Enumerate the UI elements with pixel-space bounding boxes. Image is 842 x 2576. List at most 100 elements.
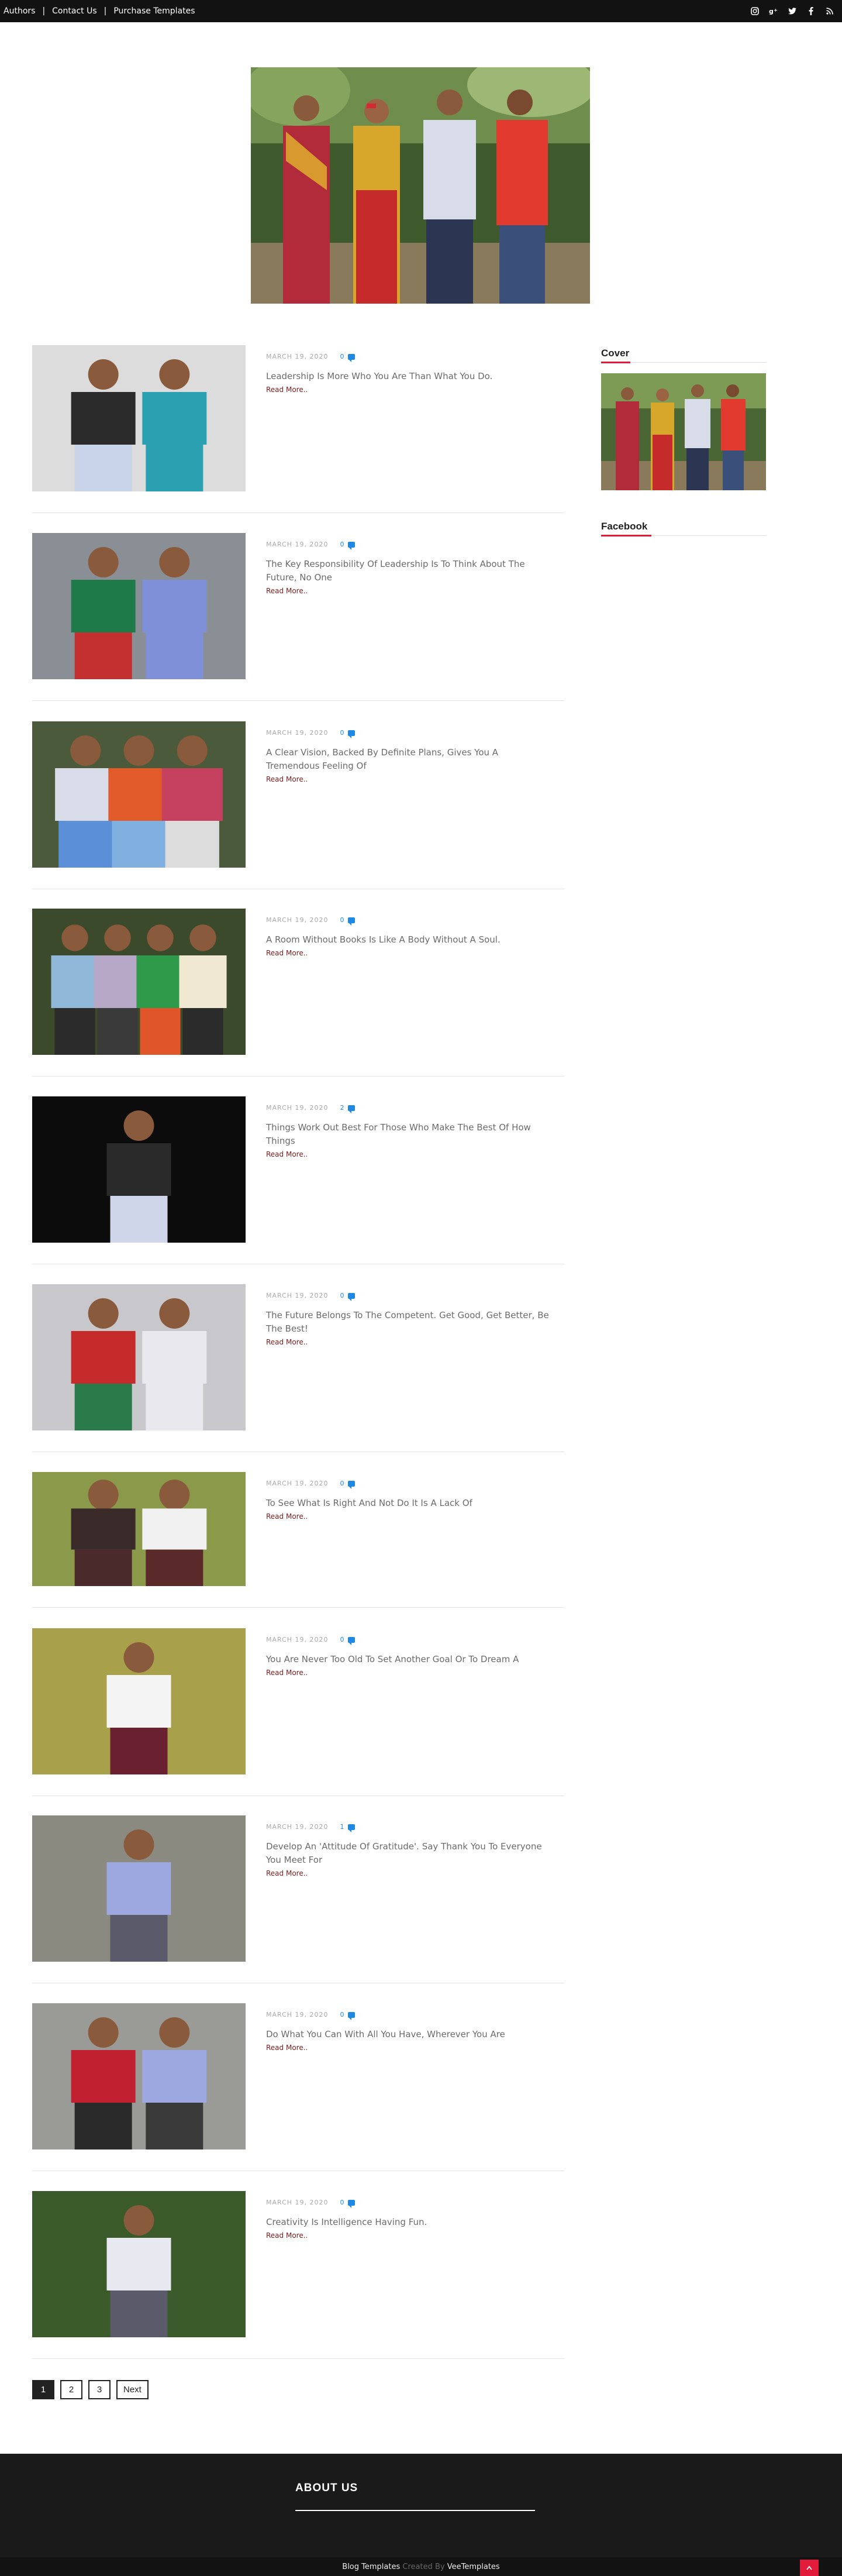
pagination: 1 2 3 Next [32, 2380, 149, 2399]
nav-link-purchase-templates[interactable]: Purchase Templates [113, 6, 195, 16]
read-more-link[interactable]: Read More.. [266, 2230, 553, 2241]
blog-post: MARCH 19, 2020 0 To See What Is Right And … [32, 1472, 564, 1608]
post-meta: MARCH 19, 2020 0 [266, 1636, 355, 1645]
read-more-link[interactable]: Read More.. [266, 1149, 553, 1160]
nav-link-authors[interactable]: Authors [4, 6, 35, 16]
post-thumbnail[interactable] [32, 345, 246, 491]
comment-icon [347, 1824, 355, 1832]
post-title[interactable]: You Are Never Too Old To Set Another Goa… [266, 1654, 519, 1664]
post-date: MARCH 19, 2020 [266, 2199, 329, 2206]
post-meta: MARCH 19, 2020 1 [266, 1823, 355, 1832]
back-to-top-button[interactable] [800, 2560, 819, 2576]
post-body: Creativity Is Intelligence Having Fun. Re… [266, 2216, 553, 2241]
read-more-link[interactable]: Read More.. [266, 1667, 553, 1678]
svg-text:g: g [769, 8, 774, 15]
post-thumbnail[interactable] [32, 1815, 246, 1962]
sidebar-cover-accent [601, 362, 630, 363]
read-more-link[interactable]: Read More.. [266, 586, 553, 596]
post-title[interactable]: Creativity Is Intelligence Having Fun. [266, 2217, 427, 2227]
post-comments-link[interactable]: 2 [340, 1104, 355, 1113]
post-comments-link[interactable]: 0 [340, 729, 355, 738]
comment-icon [347, 1292, 355, 1301]
comment-icon [347, 1636, 355, 1645]
post-comments-link[interactable]: 0 [340, 1292, 355, 1301]
blog-post: MARCH 19, 2020 0 Do What You Can With All … [32, 2003, 564, 2171]
page-1-button[interactable]: 1 [32, 2380, 54, 2399]
credit-created-by: Created By [402, 2563, 445, 2571]
post-thumbnail[interactable] [32, 1628, 246, 1774]
comment-count: 2 [340, 1104, 345, 1112]
read-more-link[interactable]: Read More.. [266, 2042, 553, 2053]
post-body: Do What You Can With All You Have, Where… [266, 2028, 553, 2053]
post-divider [32, 1607, 564, 1608]
post-meta: MARCH 19, 2020 0 [266, 729, 355, 738]
post-date: MARCH 19, 2020 [266, 729, 329, 737]
next-page-button[interactable]: Next [116, 2380, 149, 2399]
post-comments-link[interactable]: 0 [340, 916, 355, 926]
post-thumbnail[interactable] [32, 2191, 246, 2337]
post-date: MARCH 19, 2020 [266, 1480, 329, 1487]
post-body: Develop An 'Attitude Of Gratitude'. Say … [266, 1840, 553, 1879]
post-comments-link[interactable]: 0 [340, 353, 355, 362]
post-body: Leadership Is More Who You Are Than What… [266, 370, 553, 395]
instagram-icon[interactable] [750, 6, 760, 16]
read-more-link[interactable]: Read More.. [266, 948, 553, 958]
post-title[interactable]: A Room Without Books Is Like A Body With… [266, 934, 501, 945]
post-meta: MARCH 19, 2020 2 [266, 1104, 355, 1113]
post-title[interactable]: To See What Is Right And Not Do It Is A … [266, 1498, 472, 1508]
post-comments-link[interactable]: 1 [340, 1823, 355, 1832]
post-title[interactable]: The Future Belongs To The Competent. Get… [266, 1310, 549, 1334]
top-bar: Authors | Contact Us | Purchase Template… [0, 0, 842, 22]
comment-count: 0 [340, 2199, 345, 2206]
copyright-bar: Blog Templates Created By VeeTemplates [0, 2557, 842, 2576]
post-title[interactable]: The Key Responsibility Of Leadership Is … [266, 559, 525, 583]
post-thumbnail[interactable] [32, 533, 246, 679]
read-more-link[interactable]: Read More.. [266, 1511, 553, 1522]
post-thumbnail[interactable] [32, 721, 246, 868]
nav-link-contact-us[interactable]: Contact Us [52, 6, 96, 16]
post-title[interactable]: Develop An 'Attitude Of Gratitude'. Say … [266, 1841, 542, 1865]
post-date: MARCH 19, 2020 [266, 2011, 329, 2018]
sidebar-cover-image[interactable] [601, 373, 766, 490]
page-3-button[interactable]: 3 [88, 2380, 111, 2399]
post-thumbnail[interactable] [32, 1472, 246, 1586]
post-thumbnail[interactable] [32, 909, 246, 1055]
svg-text:+: + [774, 8, 778, 13]
post-meta: MARCH 19, 2020 0 [266, 2199, 355, 2208]
post-divider [32, 1076, 564, 1077]
blog-post: MARCH 19, 2020 0 You Are Never Too Old To … [32, 1628, 564, 1796]
post-comments-link[interactable]: 0 [340, 541, 355, 550]
post-thumbnail[interactable] [32, 2003, 246, 2149]
credit-author-link[interactable]: VeeTemplates [447, 2563, 500, 2571]
footer-about-title: ABOUT US [295, 2482, 358, 2494]
post-title[interactable]: Leadership Is More Who You Are Than What… [266, 371, 492, 381]
blog-post: MARCH 19, 2020 2 Things Work Out Best For … [32, 1096, 564, 1264]
post-title[interactable]: Do What You Can With All You Have, Where… [266, 2029, 505, 2040]
sidebar-facebook-title: Facebook [601, 521, 648, 532]
read-more-link[interactable]: Read More.. [266, 1868, 553, 1879]
post-title[interactable]: A Clear Vision, Backed By Definite Plans… [266, 747, 498, 771]
blog-post: MARCH 19, 2020 0 Leadership Is More Who Yo… [32, 345, 564, 513]
google-plus-icon[interactable]: g + [768, 6, 779, 16]
read-more-link[interactable]: Read More.. [266, 384, 553, 395]
facebook-icon[interactable] [806, 6, 816, 16]
post-body: A Clear Vision, Backed By Definite Plans… [266, 746, 553, 785]
twitter-icon[interactable] [787, 6, 798, 16]
post-thumbnail[interactable] [32, 1096, 246, 1243]
read-more-link[interactable]: Read More.. [266, 1337, 553, 1347]
post-title[interactable]: Things Work Out Best For Those Who Make … [266, 1122, 531, 1146]
post-comments-link[interactable]: 0 [340, 1480, 355, 1489]
rss-icon[interactable] [824, 6, 835, 16]
post-date: MARCH 19, 2020 [266, 353, 329, 360]
sidebar-facebook-accent [601, 535, 651, 536]
post-thumbnail[interactable] [32, 1284, 246, 1430]
post-comments-link[interactable]: 0 [340, 2199, 355, 2208]
post-divider [32, 2358, 564, 2359]
nav-separator: | [42, 6, 46, 16]
comment-icon [347, 1480, 355, 1489]
credit-blog-templates-link[interactable]: Blog Templates [342, 2563, 400, 2571]
page-2-button[interactable]: 2 [60, 2380, 82, 2399]
post-comments-link[interactable]: 0 [340, 2011, 355, 2020]
post-comments-link[interactable]: 0 [340, 1636, 355, 1645]
read-more-link[interactable]: Read More.. [266, 774, 553, 785]
